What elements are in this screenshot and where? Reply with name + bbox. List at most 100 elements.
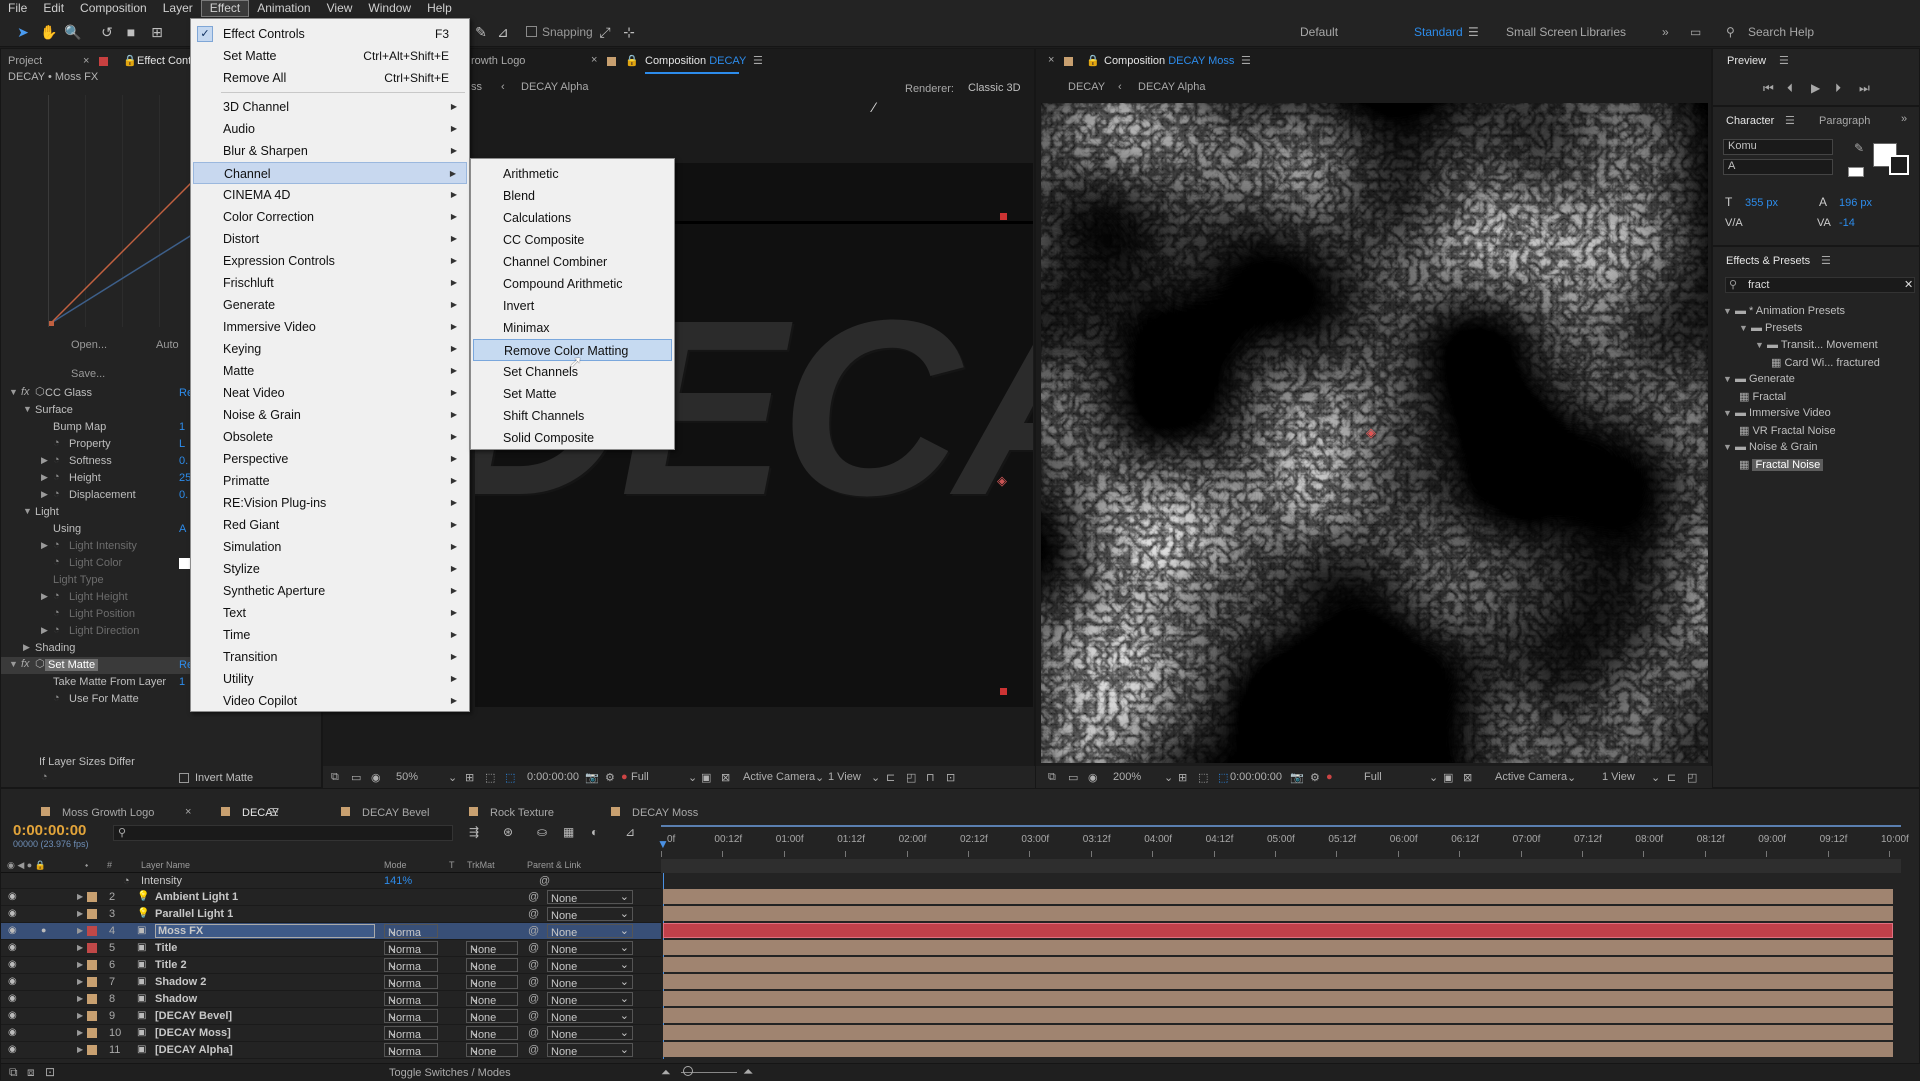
panel-menu-icon[interactable]: ☰ (1241, 54, 1251, 67)
resolution-dropdown[interactable]: Full (1364, 771, 1382, 783)
expand-icon[interactable]: ▶ (77, 1011, 83, 1020)
lock-icon[interactable]: 🔒 (1086, 54, 1100, 67)
trkmat-dropdown[interactable]: None ⌄ (466, 992, 518, 1007)
workspace-default[interactable]: Default (1300, 25, 1338, 39)
tab-project[interactable]: Project (8, 55, 42, 67)
selection-tool-icon[interactable]: ➤ (14, 23, 32, 41)
effect-prop-value[interactable]: A (179, 523, 186, 535)
menu-item-re-vision-plug-ins[interactable]: RE:Vision Plug-ins ▶ (193, 492, 467, 514)
effect-prop-value[interactable]: 0. (179, 489, 188, 501)
share-view-icon[interactable]: ⊏ (1667, 771, 1676, 784)
region-icon[interactable]: ⬚ (1198, 771, 1208, 784)
timeline-tab-rock-texture[interactable]: Rock Texture (469, 807, 554, 819)
blend-mode-dropdown[interactable]: Norma ⌄ (384, 1009, 438, 1024)
view-layout-dropdown[interactable]: 1 View (828, 771, 861, 783)
layer-label-color[interactable] (87, 1011, 97, 1021)
visibility-eye-icon[interactable]: ◉ (8, 976, 17, 987)
transparency-grid-icon[interactable]: ⊠ (721, 771, 730, 784)
effect-prop-value[interactable]: L (179, 438, 185, 450)
menu-view[interactable]: View (319, 0, 361, 17)
toggle-switches-modes-button[interactable]: Toggle Switches / Modes (389, 1067, 511, 1079)
parent-dropdown[interactable]: None ⌄ (547, 958, 633, 973)
layer-label-color[interactable] (87, 943, 97, 953)
work-area-bar[interactable] (661, 859, 1901, 873)
toggle-region-icon[interactable]: ⧉ (1048, 771, 1056, 784)
preset-tree-item[interactable]: ▼ ▬ * Animation Presets (1723, 305, 1845, 317)
menu-window[interactable]: Window (360, 0, 419, 17)
timeline-layer-row[interactable]: ◉ ▶ 7 ▣ Shadow 2 Norma ⌄ None ⌄ @ None ⌄ (1, 974, 661, 991)
breadcrumb-decay-alpha[interactable]: DECAY Alpha (521, 81, 588, 93)
close-icon[interactable]: × (83, 55, 89, 67)
layer-name[interactable]: [DECAY Bevel] (155, 1010, 232, 1022)
close-icon[interactable]: × (1048, 54, 1054, 66)
expand-icon[interactable]: ▶ (41, 489, 51, 500)
layer-duration-bar[interactable] (663, 1008, 1893, 1023)
menu-item-matte[interactable]: Matte ▶ (193, 360, 467, 382)
flowchart-icon[interactable]: ⊓ (926, 771, 935, 784)
layer-duration-bar[interactable] (663, 1025, 1893, 1040)
menu-item-red-giant[interactable]: Red Giant ▶ (193, 514, 467, 536)
leading-value[interactable]: 196 px (1839, 197, 1872, 209)
visibility-eye-icon[interactable]: ◉ (8, 1010, 17, 1021)
stopwatch-icon[interactable]: ◔ (53, 556, 60, 568)
parent-dropdown[interactable]: None ⌄ (547, 907, 633, 922)
draft-3d-icon[interactable]: ⊛ (503, 825, 513, 839)
font-family-dropdown[interactable]: Komu (1723, 139, 1833, 155)
camera-dropdown[interactable]: Active Camera (1495, 771, 1567, 783)
col-layer-name[interactable]: Layer Name (141, 860, 190, 870)
timeline-layer-row[interactable]: ◉ ▶ 10 ▣ [DECAY Moss] Norma ⌄ None ⌄ @ None ⌄ (1, 1025, 661, 1042)
blend-mode-dropdown[interactable]: Norma ⌄ (384, 941, 438, 956)
chevron-down-icon[interactable]: ⌄ (871, 771, 880, 784)
search-help-input[interactable]: Search Help (1748, 25, 1814, 39)
menu-item-perspective[interactable]: Perspective ▶ (193, 448, 467, 470)
anchor-point-icon[interactable]: ◈ (997, 473, 1007, 489)
layer-label-color[interactable] (87, 994, 97, 1004)
menu-item-blur-sharpen[interactable]: Blur & Sharpen ▶ (193, 140, 467, 162)
font-style-dropdown[interactable]: A (1723, 159, 1833, 175)
preset-tree-item[interactable]: ▼ ▬ Presets (1739, 322, 1802, 334)
hand-tool-icon[interactable]: ✋ (40, 23, 58, 41)
expand-icon[interactable]: ▶ (41, 472, 51, 483)
visibility-eye-icon[interactable]: ◉ (8, 1027, 17, 1038)
snap-grid-icon[interactable]: ⊹ (620, 23, 638, 41)
expand-icon[interactable]: ▶ (77, 1028, 83, 1037)
menu-item-frischluft[interactable]: Frischluft ▶ (193, 272, 467, 294)
expand-icon[interactable]: ▶ (77, 977, 83, 986)
view-layout-dropdown[interactable]: 1 View (1602, 771, 1635, 783)
menu-item-obsolete[interactable]: Obsolete ▶ (193, 426, 467, 448)
layer-duration-bar[interactable] (663, 1042, 1893, 1057)
timeline-layer-row[interactable]: ◉ ▶ 11 ▣ [DECAY Alpha] Norma ⌄ None ⌄ @ None ⌄ (1, 1042, 661, 1059)
layer-label-color[interactable] (87, 926, 97, 936)
menu-item-effect-controls[interactable]: ✓ Effect Controls F3 (193, 23, 467, 45)
expand-icon[interactable]: ▶ (41, 625, 51, 636)
lock-icon[interactable]: 🔒 (123, 54, 137, 67)
mask-icon[interactable]: ◉ (371, 771, 381, 784)
timeline-tab-decay-moss[interactable]: DECAY Moss (611, 807, 698, 819)
trkmat-dropdown[interactable]: None ⌄ (466, 1009, 518, 1024)
zoom-slider-handle[interactable] (683, 1066, 693, 1076)
expand-icon[interactable]: ▶ (41, 591, 51, 602)
time-ruler[interactable]: 0f 00:12f 01:00f 01:12f 02:00f 02:12f 03:00f 03… (661, 831, 1909, 859)
layer-duration-bar[interactable] (663, 906, 1893, 921)
tab-paragraph[interactable]: Paragraph (1819, 115, 1870, 127)
expand-icon[interactable]: ▶ (77, 1045, 83, 1054)
pickwhip-icon[interactable]: @ (528, 976, 539, 988)
layer-label-color[interactable] (87, 1028, 97, 1038)
submenu-item-channel-combiner[interactable]: Channel Combiner (473, 251, 672, 273)
menu-effect[interactable]: Effect (200, 0, 250, 17)
visibility-eye-icon[interactable]: ◉ (8, 908, 17, 919)
workspace-small-screen[interactable]: Small Screen (1506, 25, 1577, 39)
blend-mode-dropdown[interactable]: Norma ⌄ (384, 958, 438, 973)
menu-item-remove-all[interactable]: Remove All Ctrl+Shift+E (193, 67, 467, 89)
layer-duration-bar[interactable] (663, 957, 1893, 972)
trkmat-dropdown[interactable]: None ⌄ (466, 975, 518, 990)
preset-tree-item[interactable]: ▦ Card Wi... fractured (1771, 356, 1880, 369)
menu-item-color-correction[interactable]: Color Correction ▶ (193, 206, 467, 228)
menu-item-transition[interactable]: Transition ▶ (193, 646, 467, 668)
effect-prop-value[interactable]: 1 (179, 421, 185, 433)
timeline-layer-row[interactable]: ◉ ▶ 2 💡 Ambient Light 1 @ None ⌄ (1, 889, 661, 906)
panel-menu-icon[interactable]: ☰ (1779, 54, 1789, 67)
stopwatch-icon[interactable]: ◔ (53, 692, 60, 704)
layer-label-color[interactable] (87, 960, 97, 970)
timeline-tab-decay-bevel[interactable]: DECAY Bevel (341, 807, 429, 819)
